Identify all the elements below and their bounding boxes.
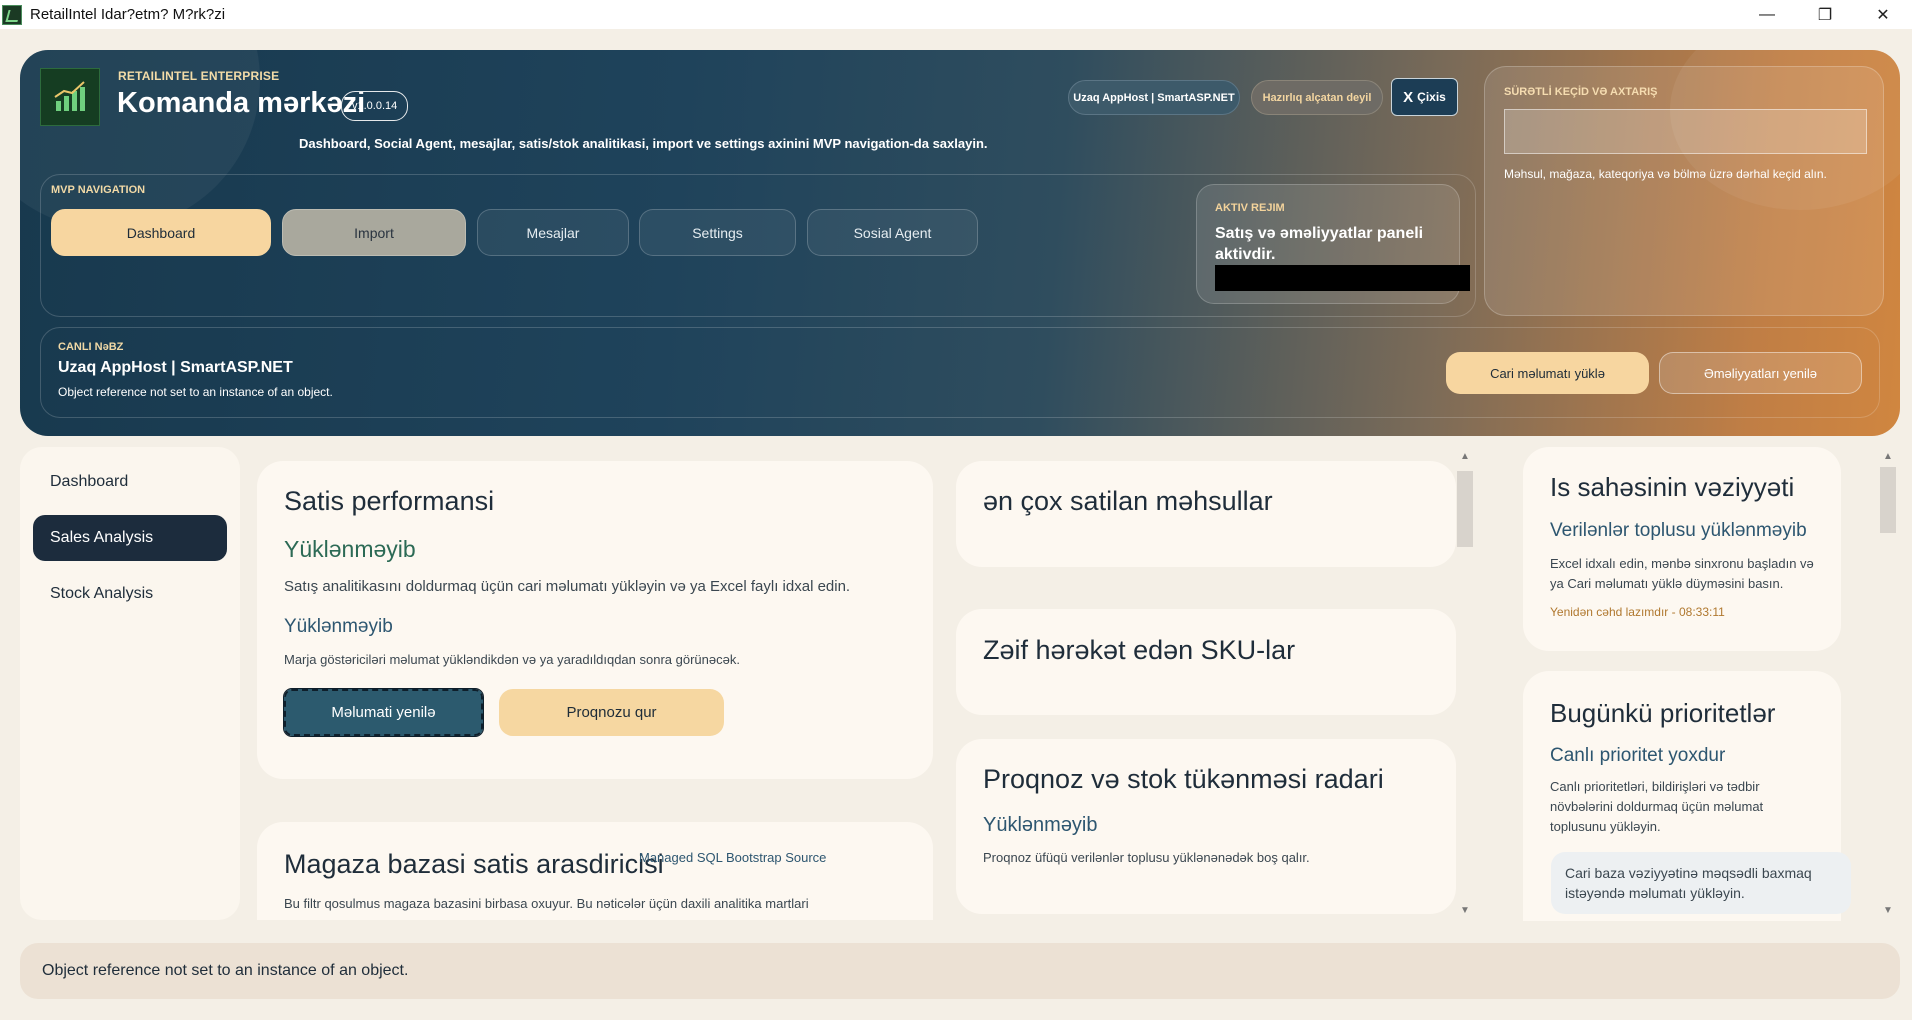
window-titlebar: RetailIntel Idar?etm? M?rk?zi — ❐ ✕ [0, 0, 1912, 29]
scroll-up-arrow-icon[interactable]: ▲ [1880, 449, 1896, 463]
mvp-navigation-label: MVP NAVIGATION [51, 184, 146, 196]
scroll-thumb[interactable] [1457, 471, 1473, 547]
host-status-pill: Uzaq AppHost | SmartASP.NET [1068, 80, 1240, 115]
scroll-down-arrow-icon[interactable]: ▼ [1880, 903, 1896, 917]
version-badge: v1.0.0.14 [341, 91, 409, 121]
exit-button[interactable]: X Çixis [1391, 78, 1458, 116]
quick-search-panel: SÜRƏTLİ KEÇİD VƏ AXTARIŞ Məhsul, mağaza,… [1484, 66, 1884, 316]
top-products-title: ən çox satilan məhsullar [983, 486, 1273, 516]
header-subtitle: Dashboard, Social Agent, mesajlar, satis… [299, 136, 988, 151]
page-title: Komanda mərkəzi [117, 87, 366, 119]
scroll-thumb[interactable] [1880, 467, 1896, 533]
retry-status: Yenidən cəhd lazımdır - 08:33:11 [1550, 605, 1725, 619]
right-column-scrollbar[interactable]: ▲ ▼ [1880, 449, 1896, 919]
forecast-radar-title: Proqnoz və stok tükənməsi radari [983, 764, 1384, 794]
quick-search-input[interactable] [1504, 109, 1867, 154]
store-database-description: Bu filtr qosulmus magaza bazasini birbas… [284, 896, 809, 911]
live-pulse-label: CANLI NəBZ [58, 341, 124, 353]
refresh-operations-button[interactable]: Əməliyyatları yenilə [1659, 352, 1862, 394]
app-logo-icon [2, 4, 22, 25]
quick-search-label: SÜRƏTLİ KEÇİD VƏ AXTARIŞ [1504, 86, 1658, 98]
brand-label: RETAILINTEL ENTERPRISE [118, 69, 280, 83]
data-source-label: Managed SQL Bootstrap Source [639, 850, 827, 865]
quick-search-hint: Məhsul, mağaza, kateqoriya və bölmə üzrə… [1504, 167, 1827, 181]
command-center-header: RETAILINTEL ENTERPRISE Komanda mərkəzi v… [20, 50, 1900, 436]
margin-status: Yüklənməyib [284, 616, 393, 637]
workspace-description: Excel idxalı edin, mənbə sinxronu başlad… [1550, 556, 1814, 591]
refresh-data-button[interactable]: Məlumati yenilə [283, 688, 484, 737]
sales-description: Satış analitikasını doldurmaq üçün cari … [284, 578, 851, 595]
workspace-status-title: Is sahəsinin vəziyyəti [1550, 472, 1795, 502]
forecast-status: Yüklənməyib [983, 814, 1098, 836]
readiness-status-pill: Hazırlıq alçatan deyil [1251, 80, 1383, 115]
priorities-status: Canlı prioritet yoxdur [1550, 745, 1726, 766]
active-mode-panel: AKTIV REJIM Satış və əməliyyatlar paneli… [1196, 184, 1470, 304]
sales-performance-title: Satis performansi [284, 486, 495, 516]
scroll-down-arrow-icon[interactable]: ▼ [1457, 903, 1473, 917]
sales-status: Yüklənməyib [284, 536, 416, 562]
window-title: RetailIntel Idar?etm? M?rk?zi [30, 6, 226, 23]
close-icon: X [1403, 88, 1414, 106]
nav-dashboard-button[interactable]: Dashboard [51, 209, 271, 256]
brand-logo-icon [40, 68, 100, 126]
sidebar-item-stock-analysis[interactable]: Stock Analysis [33, 571, 227, 617]
weak-sku-title: Zəif hərəkət edən SKU-lar [983, 635, 1296, 665]
live-pulse-message: Object reference not set to an instance … [58, 385, 333, 399]
status-bar-message: Object reference not set to an instance … [42, 962, 409, 979]
workspace-status-text: Verilənlər toplusu yüklənməyib [1550, 520, 1807, 541]
active-mode-label: AKTIV REJIM [1215, 202, 1285, 214]
chart-logo-icon [54, 81, 85, 111]
priorities-description: Canlı prioritetləri, bildirişləri və təd… [1550, 779, 1764, 834]
live-pulse-title: Uzaq AppHost | SmartASP.NET [58, 359, 293, 376]
active-mode-text: Satış və əməliyyatlar paneli aktivdir. [1215, 225, 1424, 263]
status-bar: Object reference not set to an instance … [20, 943, 1900, 999]
sidebar-item-dashboard[interactable]: Dashboard [33, 459, 227, 505]
close-window-button[interactable]: ✕ [1854, 0, 1912, 29]
exit-label: Çixis [1417, 90, 1446, 104]
margin-description: Marja göstəriciləri məlumat yükləndikdən… [284, 652, 740, 667]
nav-social-agent-button[interactable]: Sosial Agent [807, 209, 978, 256]
redacted-bar [1215, 265, 1470, 291]
minimize-button[interactable]: — [1738, 0, 1796, 29]
nav-messages-button[interactable]: Mesajlar [477, 209, 629, 256]
sidebar-item-sales-analysis[interactable]: Sales Analysis [33, 515, 227, 561]
window-controls: — ❐ ✕ [1738, 0, 1912, 29]
build-forecast-button[interactable]: Proqnozu qur [499, 689, 724, 736]
nav-import-button[interactable]: Import [282, 209, 466, 256]
nav-settings-button[interactable]: Settings [639, 209, 796, 256]
load-current-data-button[interactable]: Cari məlumatı yüklə [1446, 352, 1649, 394]
maximize-button[interactable]: ❐ [1796, 0, 1854, 29]
store-database-title: Magaza bazasi satis arasdiricisi [284, 849, 664, 879]
section-sidebar: Dashboard Sales Analysis Stock Analysis [20, 447, 240, 920]
priorities-title: Bugünkü prioritetlər [1550, 698, 1776, 728]
middle-column-scrollbar[interactable]: ▲ ▼ [1457, 449, 1473, 919]
scroll-up-arrow-icon[interactable]: ▲ [1457, 449, 1473, 463]
forecast-description: Proqnoz üfüqü verilənlər toplusu yüklənə… [983, 850, 1310, 865]
priorities-hint-box: Cari baza vəziyyətinə məqsədli baxmaq is… [1551, 852, 1851, 914]
